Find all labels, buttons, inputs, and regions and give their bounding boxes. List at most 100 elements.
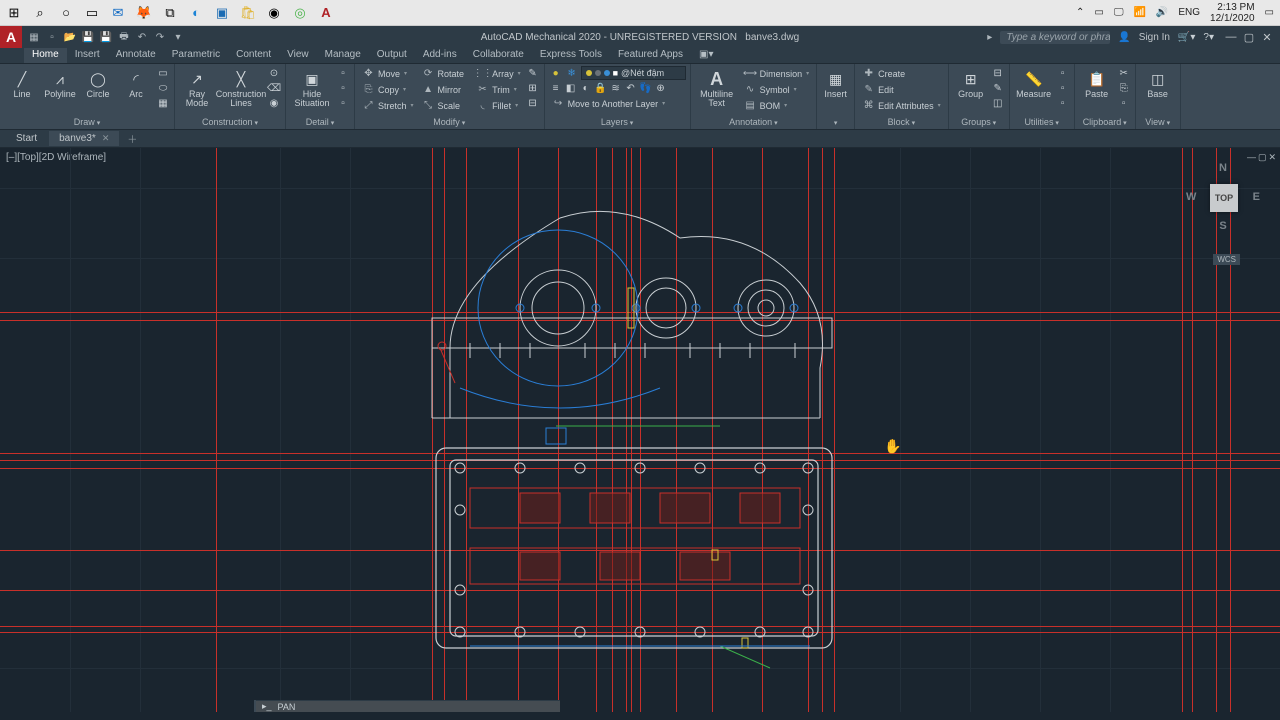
measure-button[interactable]: 📏Measure [1014, 66, 1054, 99]
rectangle-icon[interactable]: ▭ [156, 66, 170, 80]
qat-new-icon[interactable]: ▫ [44, 29, 60, 45]
qat-saveas-icon[interactable]: 💾 [98, 29, 114, 45]
app-logo-icon[interactable]: A [0, 26, 22, 48]
layer-iso-icon[interactable]: ◧ [564, 81, 578, 95]
cut-icon[interactable]: ✂ [1117, 66, 1131, 80]
modify-icon-b[interactable]: ⊞ [526, 81, 540, 95]
modify-icon-c[interactable]: ⊟ [526, 96, 540, 110]
layer-walk-icon[interactable]: 👣 [639, 81, 653, 95]
mail-icon[interactable]: ✉ [106, 2, 130, 24]
tab-manage[interactable]: Manage [317, 48, 369, 63]
edit-block-button[interactable]: ✎Edit [859, 82, 944, 97]
qat-redo-icon[interactable]: ↷ [152, 29, 168, 45]
app-icon-1[interactable]: ▣ [210, 2, 234, 24]
copy-button[interactable]: ⎘Copy [359, 82, 417, 97]
drawing-viewport[interactable]: [–][Top][2D Wireframe] — ▢ ✕ [0, 148, 1280, 712]
minimize-button[interactable]: — [1222, 28, 1240, 46]
group-edit-icon[interactable]: ✎ [991, 81, 1005, 95]
file-tab[interactable]: banve3*✕ [49, 131, 119, 146]
tab-insert[interactable]: Insert [67, 48, 108, 63]
util-icon-3[interactable]: ▫ [1056, 96, 1070, 110]
layer-match-icon[interactable]: ≋ [609, 81, 623, 95]
construction-lines-button[interactable]: ╳Construction Lines [217, 66, 265, 109]
paste-button[interactable]: 📋Paste [1079, 66, 1115, 99]
viewcube-west[interactable]: W [1186, 191, 1196, 203]
taskview-icon[interactable]: ▭ [80, 2, 104, 24]
tray-clock[interactable]: 2:13 PM 12/1/2020 [1210, 2, 1255, 24]
tab-expresstools[interactable]: Express Tools [532, 48, 610, 63]
move-button[interactable]: ✥Move [359, 66, 417, 81]
start-tab[interactable]: Start [6, 131, 47, 146]
fillet-button[interactable]: ◟Fillet [473, 98, 524, 113]
modify-icon-a[interactable]: ✎ [526, 66, 540, 80]
ellipse-icon[interactable]: ⬭ [156, 81, 170, 95]
util-icon-2[interactable]: ▫ [1056, 81, 1070, 95]
firefox-icon[interactable]: 🦊 [132, 2, 156, 24]
line-icon[interactable]: ◎ [288, 2, 312, 24]
array-button[interactable]: ⋮⋮Array [473, 66, 524, 81]
close-tab-icon[interactable]: ✕ [102, 133, 110, 144]
ungroup-icon[interactable]: ⊟ [991, 66, 1005, 80]
detail-icon-2[interactable]: ▫ [336, 81, 350, 95]
tab-output[interactable]: Output [369, 48, 415, 63]
rotate-button[interactable]: ⟳Rotate [419, 66, 472, 81]
cline-circle-icon[interactable]: ◉ [267, 96, 281, 110]
cline-erase-icon[interactable]: ⌫ [267, 81, 281, 95]
qat-undo-icon[interactable]: ↶ [134, 29, 150, 45]
polyline-button[interactable]: ⩘Polyline [42, 66, 78, 99]
cline-point-icon[interactable]: ⊙ [267, 66, 281, 80]
store-icon[interactable]: 🛍 [236, 2, 260, 24]
tab-extra-icon[interactable]: ▣▾ [691, 48, 721, 63]
viewcube-north[interactable]: N [1219, 162, 1227, 174]
arc-button[interactable]: ◜Arc [118, 66, 154, 99]
notification-icon[interactable]: ▭ [1265, 7, 1274, 18]
move-to-layer-button[interactable]: ↪Move to Another Layer [549, 96, 669, 111]
tray-lang[interactable]: ENG [1178, 7, 1200, 18]
stretch-button[interactable]: ⤢Stretch [359, 98, 417, 113]
detail-icon-1[interactable]: ▫ [336, 66, 350, 80]
tab-parametric[interactable]: Parametric [164, 48, 228, 63]
viewcube-east[interactable]: E [1253, 191, 1260, 203]
layer-bulb-icon[interactable]: ● [549, 66, 563, 80]
edit-attributes-button[interactable]: ⌘Edit Attributes [859, 98, 944, 113]
layer-prop-icon[interactable]: ≡ [549, 81, 563, 95]
tab-content[interactable]: Content [228, 48, 279, 63]
dimension-button[interactable]: ⟷Dimension [741, 66, 813, 81]
group-select-icon[interactable]: ◫ [991, 96, 1005, 110]
qat-more-icon[interactable]: ▾ [170, 29, 186, 45]
clip-icon-3[interactable]: ▫ [1117, 96, 1131, 110]
layer-dropdown[interactable]: ■ @Nét đậm [581, 66, 686, 80]
start-button[interactable]: ⊞ [2, 2, 26, 24]
hide-situation-button[interactable]: ▣Hide Situation [290, 66, 334, 109]
signin-link[interactable]: Sign In [1139, 32, 1170, 43]
share-icon[interactable]: ▸ [987, 32, 992, 43]
viewcube-south[interactable]: S [1219, 220, 1226, 232]
tray-wifi-icon[interactable]: 📶 [1133, 7, 1145, 18]
maximize-button[interactable]: ▢ [1240, 28, 1258, 46]
qat-grid-icon[interactable]: ▦ [26, 29, 42, 45]
hatch-icon[interactable]: ▦ [156, 96, 170, 110]
account-icon[interactable]: 👤 [1118, 32, 1130, 43]
insert-button[interactable]: ▦Insert [821, 66, 850, 99]
line-button[interactable]: ╱Line [4, 66, 40, 99]
tab-featuredapps[interactable]: Featured Apps [610, 48, 691, 63]
wcs-label[interactable]: WCS [1213, 254, 1240, 265]
layer-merge-icon[interactable]: ⊕ [654, 81, 668, 95]
create-block-button[interactable]: ✚Create [859, 66, 944, 81]
trim-button[interactable]: ✂Trim [473, 82, 524, 97]
qat-plot-icon[interactable]: 🖶 [116, 29, 132, 45]
chrome-icon[interactable]: ◉ [262, 2, 286, 24]
qat-save-icon[interactable]: 💾 [80, 29, 96, 45]
detail-icon-3[interactable]: ▫ [336, 96, 350, 110]
autocad-taskbar-icon[interactable]: A [314, 2, 338, 24]
bom-button[interactable]: ▤BOM [741, 98, 813, 113]
layer-lock-icon[interactable]: 🔒 [594, 81, 608, 95]
circle-button[interactable]: ◯Circle [80, 66, 116, 99]
tab-annotate[interactable]: Annotate [108, 48, 164, 63]
group-button[interactable]: ⊞Group [953, 66, 989, 99]
tab-view[interactable]: View [279, 48, 317, 63]
mirror-button[interactable]: ▲Mirror [419, 82, 472, 97]
tray-battery-icon[interactable]: ▭ [1094, 7, 1103, 18]
base-view-button[interactable]: ◫Base [1140, 66, 1176, 99]
layer-freeze-icon[interactable]: ❄ [565, 66, 579, 80]
